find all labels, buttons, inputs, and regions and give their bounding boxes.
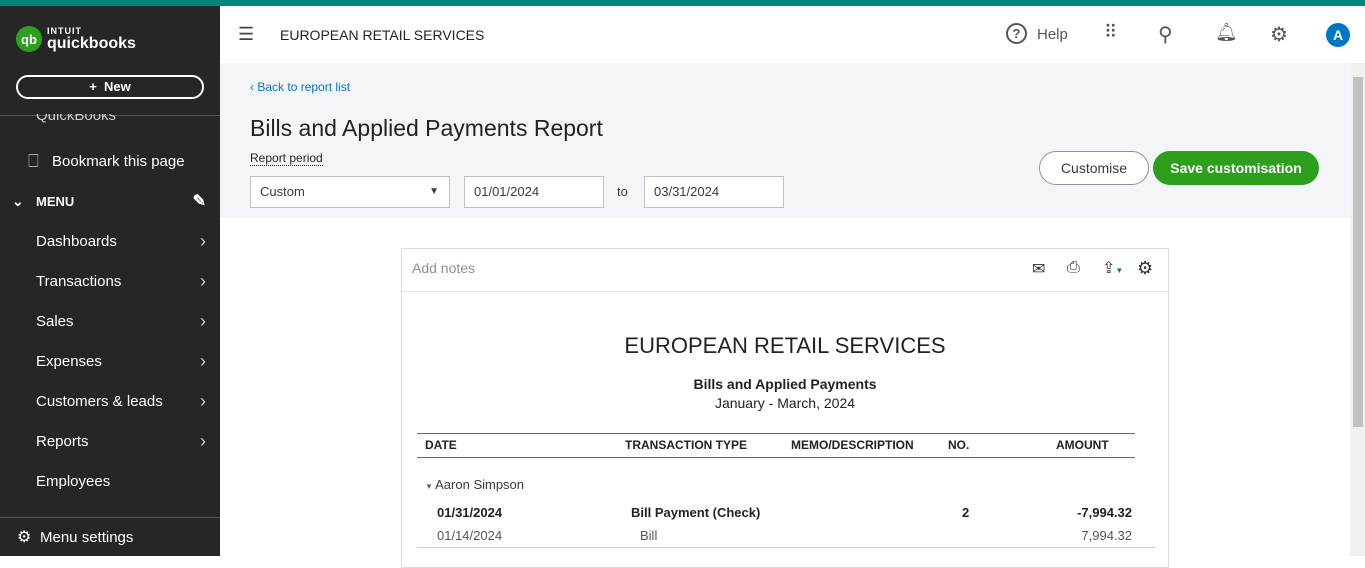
company-name: EUROPEAN RETAIL SERVICES <box>280 26 485 43</box>
report-company: EUROPEAN RETAIL SERVICES <box>624 333 946 358</box>
group-row[interactable]: ▼ Aaron Simpson <box>425 477 524 492</box>
plus-icon: + <box>89 79 105 94</box>
apps-grid-icon[interactable]: ⠿ <box>1104 22 1117 43</box>
sidebar: qb INTUIT quickbooks + New QuickBooks ⎕ Bo… <box>0 6 220 556</box>
label: Custom <box>260 184 305 199</box>
sidebar-item-customers[interactable]: Customers & leads › <box>0 381 220 421</box>
page-title: Bills and Applied Payments Report <box>250 115 603 141</box>
cell-type[interactable]: Bill Payment (Check) <box>631 505 760 520</box>
help-icon[interactable]: ? <box>1006 23 1027 44</box>
label: Expenses <box>36 352 102 370</box>
caret-down-icon: ▼ <box>429 186 439 197</box>
sidebar-item-sales[interactable]: Sales › <box>0 301 220 341</box>
label: Customers & leads <box>36 392 163 410</box>
menu-settings[interactable]: ⚙ Menu settings <box>0 518 220 556</box>
cell-no: 2 <box>962 505 970 520</box>
settings-gear-icon[interactable]: ⚙ <box>1137 258 1153 279</box>
table-top-border <box>417 433 1135 434</box>
scrollbar[interactable] <box>1350 63 1365 556</box>
end-date-input[interactable]: 03/31/2024 <box>644 176 784 208</box>
export-icon[interactable]: ⇪▼ <box>1102 258 1123 278</box>
sidebar-item-transactions[interactable]: Transactions › <box>0 261 220 301</box>
start-date-input[interactable]: 01/01/2024 <box>464 176 604 208</box>
label: Bookmark this page <box>52 152 185 170</box>
row-divider <box>417 547 1155 548</box>
cell-date: 01/14/2024 <box>437 528 503 543</box>
add-notes-input[interactable]: Add notes <box>412 260 475 276</box>
chevron-right-icon: › <box>200 430 206 451</box>
chevron-right-icon: › <box>200 310 206 331</box>
report-period-select[interactable]: Custom ▼ <box>250 176 450 208</box>
cell-date: 01/31/2024 <box>437 505 503 520</box>
label: Transactions <box>36 272 122 290</box>
sidebar-item-quickbooks[interactable]: QuickBooks <box>0 106 220 130</box>
qb-logo-icon: qb <box>16 26 42 52</box>
scrollbar-thumb[interactable] <box>1353 77 1363 427</box>
divider <box>402 291 1168 292</box>
search-icon[interactable]: ⚲ <box>1158 22 1173 47</box>
logo-name: quickbooks <box>47 34 136 52</box>
customise-button[interactable]: Customise <box>1039 151 1149 185</box>
cell-type[interactable]: Bill <box>640 528 657 543</box>
label: Reports <box>36 432 89 450</box>
pencil-icon[interactable]: ✎ <box>193 191 206 211</box>
report-controls: ‹ Back to report list Bills and Applied … <box>220 63 1350 218</box>
report-card: Add notes ✉ ⎙ ⇪▼ ⚙ EUROPEAN RETAIL SERVI… <box>401 248 1169 568</box>
table-header-border <box>417 457 1135 458</box>
bookmark-icon: ⎕ <box>28 150 39 171</box>
sidebar-item-dashboards[interactable]: Dashboards › <box>0 221 220 261</box>
save-customisation-button[interactable]: Save customisation <box>1153 151 1319 185</box>
to-label: to <box>617 184 628 199</box>
email-icon[interactable]: ✉ <box>1032 259 1045 279</box>
chevron-right-icon: › <box>200 230 206 251</box>
column-header-amount[interactable]: AMOUNT <box>1056 438 1109 452</box>
avatar[interactable]: A <box>1326 23 1350 47</box>
label: Menu settings <box>40 528 134 546</box>
report-date-range: January - March, 2024 <box>714 395 856 411</box>
report-period-label: Report period <box>250 151 323 166</box>
menu-header[interactable]: ⌄ MENU ✎ <box>0 181 220 221</box>
quickbooks-logo[interactable]: qb INTUIT quickbooks <box>16 26 136 52</box>
report-title: Bills and Applied Payments <box>693 376 877 392</box>
label: Back to report list <box>257 80 351 94</box>
bookmark-page[interactable]: ⎕ Bookmark this page <box>0 141 220 181</box>
sidebar-item-employees[interactable]: Employees <box>0 461 220 501</box>
new-button[interactable]: + New <box>16 75 204 99</box>
gear-icon[interactable]: ⚙ <box>1270 22 1288 47</box>
column-header-no[interactable]: NO. <box>948 438 969 452</box>
column-header-date[interactable]: DATE <box>425 438 457 452</box>
bell-icon[interactable]: 🔔︎ <box>1215 22 1238 43</box>
column-header-memo[interactable]: MEMO/DESCRIPTION <box>791 438 914 452</box>
chevron-right-icon: › <box>200 390 206 411</box>
column-header-transaction-type[interactable]: TRANSACTION TYPE <box>625 438 747 452</box>
label: Sales <box>36 312 74 330</box>
new-label: New <box>104 79 131 94</box>
label: Employees <box>36 472 111 490</box>
back-to-report-list-link[interactable]: ‹ Back to report list <box>250 80 350 94</box>
label: MENU <box>36 193 75 209</box>
sidebar-item-reports[interactable]: Reports › <box>0 421 220 461</box>
help-button[interactable]: Help <box>1037 26 1068 43</box>
gear-icon: ⚙ <box>17 529 32 546</box>
group-name: Aaron Simpson <box>435 477 525 492</box>
cell-amount[interactable]: 7,994.32 <box>1081 528 1132 543</box>
caret-down-icon: ▼ <box>425 482 436 491</box>
chevron-right-icon: › <box>200 350 206 371</box>
label: QuickBooks <box>36 106 117 124</box>
cell-amount[interactable]: -7,994.32 <box>1077 505 1132 520</box>
label: Dashboards <box>36 232 117 250</box>
collapse-menu-icon[interactable]: ☰ <box>238 24 254 45</box>
chevron-right-icon: › <box>200 270 206 291</box>
print-icon[interactable]: ⎙ <box>1067 259 1080 277</box>
sidebar-item-expenses[interactable]: Expenses › <box>0 341 220 381</box>
header: ☰ EUROPEAN RETAIL SERVICES ? Help ⠿ ⚲ 🔔︎… <box>220 6 1365 63</box>
chevron-down-icon: ⌄ <box>12 192 24 209</box>
